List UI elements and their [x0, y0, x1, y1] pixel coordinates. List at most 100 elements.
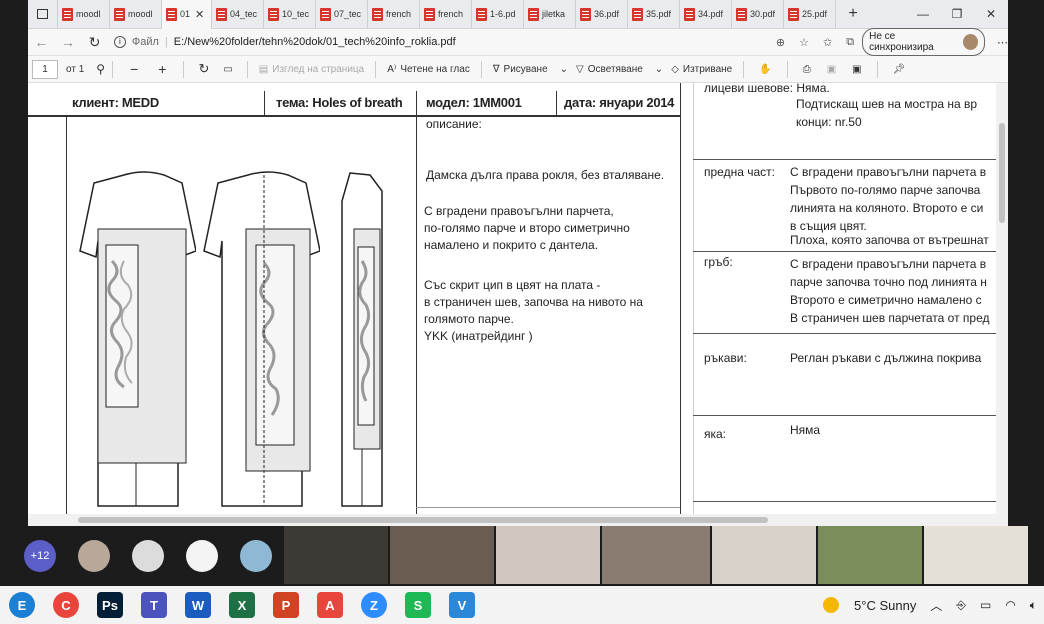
theme-field: тема: Holes of breath — [276, 95, 403, 110]
close-window-button[interactable]: ✕ — [974, 7, 1008, 21]
fit-page-icon[interactable]: ▭ — [223, 64, 232, 75]
video-tile[interactable] — [924, 526, 1028, 584]
collections-icon[interactable]: ⧉ — [846, 36, 854, 49]
pdf-icon — [476, 7, 487, 21]
save-as-icon[interactable]: ▣ — [852, 64, 861, 75]
highlight-icon: ▽ — [576, 63, 584, 75]
tab-9[interactable]: jiletka — [524, 0, 576, 29]
draw-button[interactable]: ∇ Рисуване ⌄ — [489, 64, 572, 75]
tab-actions-icon[interactable] — [28, 0, 58, 29]
search-icon[interactable]: ⚲ — [96, 62, 105, 76]
back-label: гръб: — [704, 255, 733, 269]
meet-now-icon[interactable]: ⎆ — [956, 598, 966, 613]
video-tile[interactable] — [390, 526, 494, 584]
chevron-down-icon: ⌄ — [654, 63, 664, 75]
taskbar-apps: E C Ps T W X P A Z S V — [0, 592, 484, 618]
video-tile[interactable] — [818, 526, 922, 584]
tab-2[interactable]: 01 ✕ — [162, 0, 212, 29]
taskbar-app-edge-icon[interactable]: E — [9, 592, 35, 618]
front-text: С вградени правоъгълни парчета в Първото… — [790, 165, 987, 233]
read-aloud-button[interactable]: A⁾ Четене на глас — [383, 64, 474, 75]
vertical-scroll-thumb[interactable] — [999, 123, 1005, 223]
sync-button[interactable]: Не се синхронизира — [862, 28, 985, 56]
taskbar-app-w-icon[interactable]: W — [185, 592, 211, 618]
tab-7[interactable]: french — [420, 0, 472, 29]
tab-14[interactable]: 25.pdf — [784, 0, 836, 29]
address-bar: ← → ↻ i Файл | E:/New%20folder/tehn%20do… — [28, 28, 1008, 56]
tab-11[interactable]: 35.pdf — [628, 0, 680, 29]
print-icon[interactable]: ⎙ — [803, 64, 811, 75]
taskbar-app-a-icon[interactable]: A — [317, 592, 343, 618]
forward-button[interactable]: → — [55, 34, 82, 50]
description-label: описание: — [426, 117, 482, 131]
sync-label: Не се синхронизира — [869, 31, 934, 53]
close-tab-icon[interactable]: ✕ — [195, 8, 204, 21]
video-tile[interactable] — [496, 526, 600, 584]
page-view-button[interactable]: ▤ Изглед на страница — [255, 64, 368, 75]
avatar[interactable] — [240, 540, 272, 572]
video-tile[interactable] — [712, 526, 816, 584]
tab-8[interactable]: 1-6.pd — [472, 0, 524, 29]
favorites-list-icon[interactable]: ✩ — [823, 36, 832, 49]
pdf-viewer[interactable]: клиент: MEDD тема: Holes of breath модел… — [28, 83, 1008, 514]
eraser-icon: ◇ — [671, 63, 679, 75]
more-participants-button[interactable]: +12 — [24, 540, 56, 572]
tab-1[interactable]: moodl — [110, 0, 162, 29]
zoom-in-icon[interactable]: + — [158, 61, 166, 77]
horizontal-scrollbar[interactable] — [28, 514, 1008, 526]
taskbar-app-zoom-icon[interactable]: Z — [361, 592, 387, 618]
maximize-button[interactable]: ❐ — [940, 7, 974, 21]
wifi-icon[interactable]: ◠ — [1005, 598, 1015, 612]
tab-0[interactable]: moodl — [58, 0, 110, 29]
video-tile[interactable] — [602, 526, 710, 584]
video-tile[interactable] — [284, 526, 388, 584]
tab-3[interactable]: 04_tec — [212, 0, 264, 29]
pdf-icon — [114, 7, 125, 21]
weather-text[interactable]: 5°C Sunny — [854, 598, 916, 613]
taskbar-app-s-icon[interactable]: S — [405, 592, 431, 618]
highlight-button[interactable]: ▽ Осветяване ⌄ — [572, 64, 667, 75]
zipper-block: Със скрит цип в цвят на плата - в страни… — [424, 278, 643, 343]
pdf-toolbar: 1 от 1 ⚲ − + ↻ ▭ ▤ Изглед на страница A⁾ Ч… — [28, 56, 1008, 83]
tab-13[interactable]: 30.pdf — [732, 0, 784, 29]
tab-12[interactable]: 34.pdf — [680, 0, 732, 29]
url-field[interactable]: i Файл | E:/New%20folder/tehn%20dok/01_t… — [113, 36, 770, 48]
thread-text: конци: nr.50 — [796, 115, 862, 129]
taskbar-app-v-icon[interactable]: V — [449, 592, 475, 618]
tab-10[interactable]: 36.pdf — [576, 0, 628, 29]
chevron-up-icon[interactable]: ︿ — [930, 597, 942, 614]
volume-icon[interactable]: 🔈︎ — [1030, 598, 1037, 613]
pdf-icon — [632, 7, 643, 21]
pdf-icon — [268, 7, 279, 21]
refresh-icon[interactable]: ↻ — [81, 34, 108, 51]
zoom-out-icon[interactable]: − — [130, 61, 138, 77]
taskbar-app-chrome-icon[interactable]: C — [53, 592, 79, 618]
tab-4[interactable]: 10_tec — [264, 0, 316, 29]
back-button[interactable]: ← — [28, 34, 55, 50]
pin-icon[interactable]: 📌︎ — [893, 64, 906, 75]
favorite-icon[interactable]: ☆ — [799, 36, 809, 49]
touch-icon[interactable]: ✋ — [759, 64, 771, 75]
vertical-scrollbar[interactable] — [996, 83, 1008, 514]
minimize-button[interactable]: — — [906, 7, 940, 21]
zoom-icon[interactable]: ⊕ — [776, 36, 785, 49]
page-number-input[interactable]: 1 — [32, 59, 58, 79]
taskbar-app-x-icon[interactable]: X — [229, 592, 255, 618]
avatar[interactable] — [78, 540, 110, 572]
save-icon[interactable]: ▣ — [827, 64, 836, 75]
horizontal-scroll-thumb[interactable] — [78, 517, 768, 523]
erase-button[interactable]: ◇ Изтриване — [667, 64, 736, 75]
weather-icon[interactable] — [823, 597, 840, 613]
taskbar-app-t-icon[interactable]: T — [141, 592, 167, 618]
taskbar-app-ps-icon[interactable]: Ps — [97, 592, 123, 618]
avatar[interactable] — [132, 540, 164, 572]
draw-icon: ∇ — [492, 63, 500, 75]
battery-icon[interactable]: ▭ — [980, 598, 991, 612]
more-icon[interactable]: ⋯ — [997, 36, 1008, 49]
rotate-icon[interactable]: ↻ — [198, 61, 209, 77]
tab-6[interactable]: french — [368, 0, 420, 29]
new-tab-button[interactable]: + — [836, 5, 870, 23]
avatar[interactable] — [186, 540, 218, 572]
taskbar-app-p-icon[interactable]: P — [273, 592, 299, 618]
tab-5[interactable]: 07_tec — [316, 0, 368, 29]
